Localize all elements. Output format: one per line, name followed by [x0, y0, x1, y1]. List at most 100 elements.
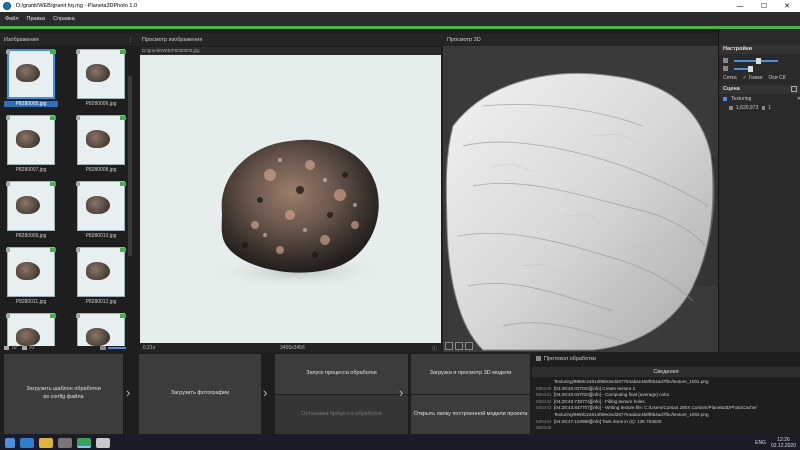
log-line-text: [04:28:43.847707][info] - Writing textur… — [554, 405, 757, 411]
flag-icon — [120, 50, 126, 54]
gizmo-check-icon[interactable]: ✓ — [743, 75, 747, 81]
marker-icon — [76, 116, 80, 120]
thumbnail[interactable]: P8280006.jpg — [74, 48, 128, 110]
rock-image — [16, 64, 40, 82]
rock-image — [86, 64, 110, 82]
scene-options-icon[interactable] — [791, 86, 797, 92]
thumbnail[interactable] — [74, 312, 128, 346]
language-indicator[interactable]: ENG — [755, 440, 766, 446]
app-icon-2[interactable] — [96, 438, 110, 448]
axes-checkbox[interactable]: Оси СК — [769, 75, 786, 81]
images-panel: Изображения ⋮ P8280005.jpg P8280006.jpg … — [0, 30, 138, 352]
flag-icon — [50, 116, 56, 120]
thumbnail[interactable] — [4, 312, 58, 346]
log-line-number: 580440 — [536, 385, 552, 391]
rock-image — [86, 196, 110, 214]
image-path: D:/granit/WEB/P8280005.jpg — [140, 47, 441, 55]
planeta3d-taskbar-icon[interactable] — [77, 438, 91, 448]
flag-icon — [120, 116, 126, 120]
rock-image — [16, 196, 40, 214]
marker-icon — [6, 248, 10, 252]
start-processing-button[interactable]: Запуск процесса обработки — [275, 354, 408, 394]
taskbar: ENG 12:26 02.12.2020 — [0, 436, 800, 450]
arrow-right-icon: › — [399, 385, 404, 400]
size-small-icon[interactable] — [100, 346, 106, 350]
flag-icon — [120, 182, 126, 186]
thumbnail[interactable]: P8280007.jpg — [4, 114, 58, 176]
rock-image — [86, 130, 110, 148]
browser-icon[interactable] — [20, 438, 34, 448]
thumbnail[interactable]: P8280012.jpg — [74, 246, 128, 308]
settings-slider-2[interactable] — [734, 65, 753, 72]
maximize-button[interactable]: ☐ — [753, 0, 775, 12]
texture-icon — [762, 106, 766, 110]
log-line-number: 580443 — [536, 405, 552, 411]
thumbnail[interactable]: P8280011.jpg — [4, 246, 58, 308]
preview-panel-header: Просмотр изображения — [138, 33, 443, 46]
arrow-right-icon: › — [126, 385, 131, 400]
image-preview[interactable] — [140, 55, 441, 343]
view-quad-icon[interactable] — [465, 342, 473, 350]
clock[interactable]: 12:26 02.12.2020 — [771, 437, 796, 449]
gizmo-checkbox[interactable]: Гизмо — [749, 75, 763, 81]
menu-edit[interactable]: Правка — [24, 16, 49, 22]
settings-header: Настройки — [719, 45, 800, 54]
close-button[interactable]: ✕ — [776, 0, 798, 12]
start-icon[interactable] — [5, 438, 15, 448]
log-panel: Протокол обработки Сведения Texturing/96… — [532, 352, 800, 436]
scene-item[interactable]: Texturing ✕ — [723, 96, 800, 102]
menu-help[interactable]: Справка — [50, 16, 78, 22]
load-preview-3d-button[interactable]: Загрузка и просмотр 3D модели — [411, 354, 530, 394]
preview-panel-title: Просмотр изображения — [142, 36, 203, 43]
view-single-icon[interactable] — [445, 342, 453, 350]
flag-icon — [50, 182, 56, 186]
flag-icon — [50, 248, 56, 252]
thumbnail-grid[interactable]: P8280005.jpg P8280006.jpg P8280007.jpg P… — [4, 48, 132, 346]
minimize-button[interactable]: — — [729, 0, 751, 12]
marker-icon — [6, 50, 10, 54]
marker-icon — [76, 50, 80, 54]
thumbnail-label: P8280012.jpg — [85, 299, 117, 305]
view-split-icon[interactable] — [455, 342, 463, 350]
log-line-text: [04:28:40.027023][info] Create texture 2 — [554, 385, 636, 391]
view-options: Сетка ✓ Гизмо Оси СК — [723, 75, 800, 81]
marker-icon — [6, 182, 10, 186]
info-icon[interactable]: ⓘ — [432, 345, 437, 352]
menu-file[interactable]: Файл — [2, 16, 22, 22]
log-line-number: 580445 — [536, 425, 552, 431]
thumbnail[interactable]: P8280005.jpg — [4, 48, 58, 110]
image-count: 70 — [11, 345, 17, 351]
thumbnail[interactable]: P8280008.jpg — [74, 114, 128, 176]
slider-handle[interactable] — [756, 57, 761, 64]
image-icon — [4, 346, 9, 350]
grid-checkbox[interactable]: Сетка — [723, 75, 737, 81]
thumbnail-label: P8280006.jpg — [85, 101, 117, 107]
log-line: 580444 [04:28:47.104958][info] Task done … — [536, 419, 800, 426]
light-icon — [723, 66, 728, 71]
thumbnail[interactable]: P8280010.jpg — [74, 180, 128, 242]
load-photos-button[interactable]: Загрузить фотографии — [139, 354, 261, 434]
app-icon-1[interactable] — [58, 438, 72, 448]
thumbnail-size-slider[interactable] — [108, 347, 126, 349]
log-line: 580443 [04:28:43.847707][info] - Writing … — [536, 405, 800, 412]
images-panel-title: Изображения — [4, 36, 39, 43]
marker-icon — [6, 314, 10, 318]
log-line-text: Texturing/9680c24614f69e3ed267764abac458… — [554, 379, 709, 384]
log-line: 580445 — [536, 425, 800, 432]
camera-count: 70 — [28, 345, 35, 351]
progress-line — [0, 26, 800, 29]
thumbnail[interactable]: P8280009.jpg — [4, 180, 58, 242]
rock-photo — [208, 139, 388, 289]
flag-icon — [120, 314, 126, 318]
open-folder-button[interactable]: Открыть папку построенной модели проекта — [411, 395, 530, 434]
thumbnail-scrollbar[interactable] — [128, 76, 132, 256]
stop-processing-button[interactable]: Остановка процесса обработки — [275, 395, 408, 434]
thumbnail-label: P8280010.jpg — [85, 233, 117, 239]
more-menu-icon[interactable]: ⋮ — [128, 37, 134, 43]
folder-icon[interactable] — [39, 438, 53, 448]
slider-handle[interactable] — [748, 65, 753, 72]
log-line-number: 580442 — [536, 398, 552, 404]
load-template-button[interactable]: Загрузить шаблон обработки из config фай… — [4, 354, 123, 434]
settings-slider-1[interactable] — [734, 57, 778, 64]
3d-viewport[interactable] — [443, 46, 718, 352]
